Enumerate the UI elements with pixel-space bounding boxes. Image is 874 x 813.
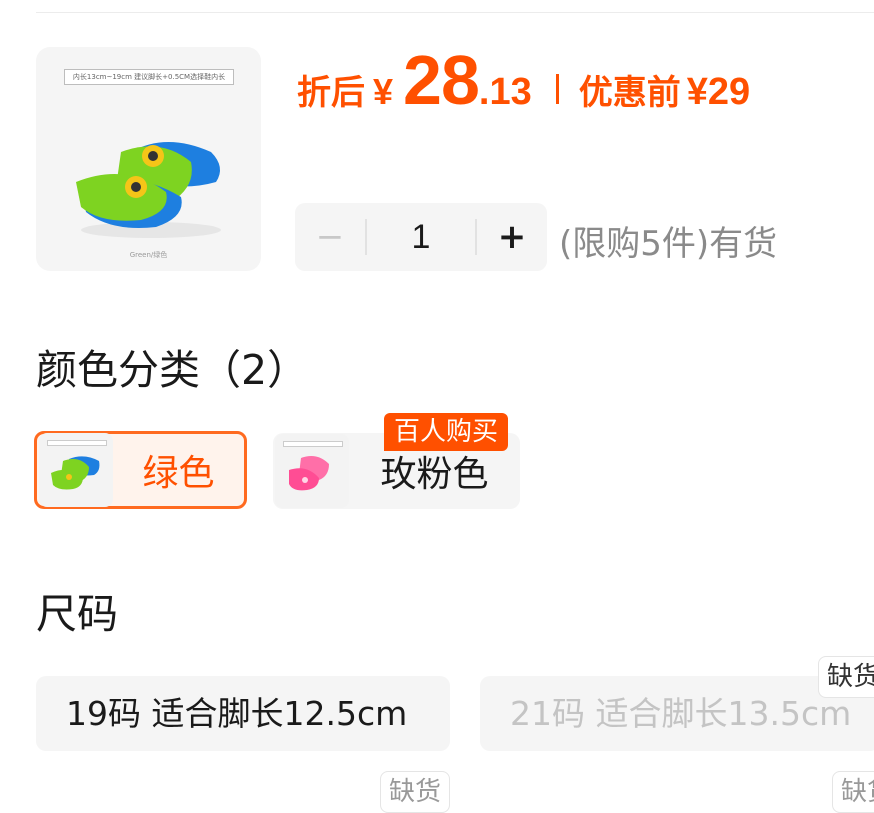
color-thumb-pink: [275, 434, 349, 508]
image-caption: Green/绿色: [129, 251, 168, 259]
size-section-title: 尺码: [36, 590, 118, 638]
original-price: ¥29: [686, 71, 751, 113]
product-image[interactable]: 内长13cm~19cm 建议脚长+0.5CM选择鞋内长 Green/绿色: [36, 47, 261, 271]
color-label-pink: 玫粉色: [380, 454, 489, 495]
size-option-21[interactable]: 21码 适合脚长13.5cm: [480, 676, 874, 751]
quantity-stepper: − 1 +: [295, 203, 547, 271]
price-separator: [555, 74, 559, 104]
color-option-green[interactable]: 绿色: [34, 431, 247, 509]
after-discount-label: 折后: [297, 74, 365, 112]
sandal-illustration: [76, 142, 221, 238]
color-label-green: 绿色: [142, 453, 215, 494]
color-thumb-green: [39, 433, 113, 507]
size-option-19[interactable]: 19码 适合脚长12.5cm: [36, 676, 450, 751]
before-discount-label: 优惠前: [578, 74, 681, 112]
quantity-value[interactable]: 1: [367, 218, 475, 257]
increase-button[interactable]: +: [477, 203, 547, 271]
soldout-tag: 缺货: [818, 656, 874, 698]
top-divider: [36, 12, 874, 13]
price-decimal: .13: [478, 71, 532, 113]
soldout-tag: 缺货: [380, 771, 451, 813]
price-line: 折后 ¥ 28 .13 优惠前 ¥29: [297, 40, 750, 130]
popular-badge: 百人购买: [384, 413, 509, 451]
size-note: 内长13cm~19cm 建议脚长+0.5CM选择鞋内长: [64, 69, 234, 85]
stock-status: (限购5件)有货: [559, 224, 778, 264]
soldout-tag: 缺货: [832, 771, 874, 813]
decrease-button[interactable]: −: [295, 203, 365, 271]
currency-symbol: ¥: [373, 71, 394, 112]
color-section-title: 颜色分类（2）: [36, 346, 309, 394]
price-integer: 28: [403, 41, 480, 119]
